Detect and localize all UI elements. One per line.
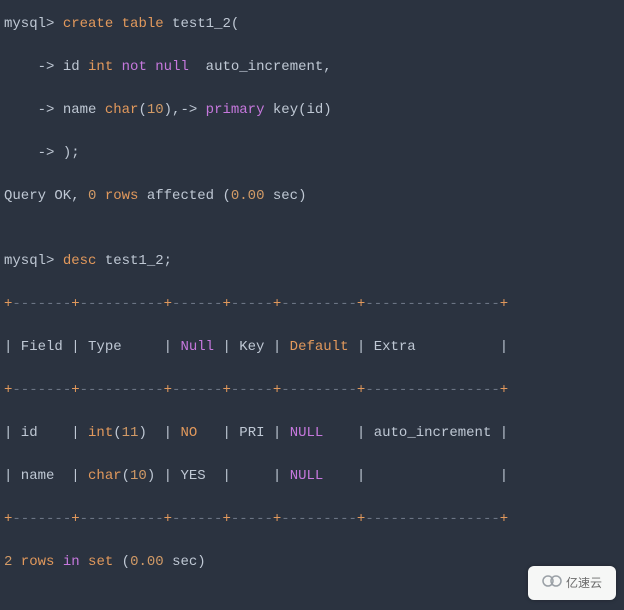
continuation-arrow: -> (4, 145, 63, 161)
paren-open: ( (138, 102, 146, 118)
row-id-len: 11 (122, 425, 139, 441)
paren-close-cont: ),-> (164, 102, 206, 118)
watermark-text: 亿速云 (566, 574, 602, 592)
type-int: int (88, 59, 113, 75)
row-id-mid: | PRI | (197, 425, 289, 441)
code-line-2: -> id int not null auto_increment, (4, 57, 620, 78)
hdr-right: | Extra | (348, 339, 508, 355)
key-id: key(id) (264, 102, 331, 118)
paren-open: ( (113, 554, 130, 570)
code-line-6: mysql> desc test1_2; (4, 251, 620, 272)
code-line-4: -> ); (4, 143, 620, 164)
hdr-default: Default (290, 339, 349, 355)
row-name-type: char (88, 468, 122, 484)
row-id-type: int (88, 425, 113, 441)
char-len: 10 (147, 102, 164, 118)
stmt-end: ); (63, 145, 80, 161)
paren-close: ) (147, 468, 155, 484)
hdr-null: Null (180, 339, 214, 355)
row-id-default: NULL (290, 425, 324, 441)
paren-open: ( (113, 425, 121, 441)
auto-increment: auto_increment, (189, 59, 332, 75)
table-name: test1_2( (164, 16, 240, 32)
mysql-prompt: mysql> (4, 253, 63, 269)
query-ok-line: Query OK, 0 rows affected (0.00 sec) (4, 186, 620, 207)
blank-line (4, 229, 620, 251)
row-id-sp: | (147, 425, 181, 441)
logo-icon (542, 574, 562, 593)
table-separator: +-------+----------+------+-----+-------… (4, 380, 620, 401)
row-id-left: | id | (4, 425, 88, 441)
affected: affected ( (138, 188, 230, 204)
continuation-arrow: -> (4, 102, 63, 118)
exec-time: 0.00 (231, 188, 265, 204)
row-name-len: 10 (130, 468, 147, 484)
row-name-right: | | (323, 468, 508, 484)
type-char: char (105, 102, 139, 118)
continuation-arrow: -> (4, 59, 63, 75)
kw-primary: primary (206, 102, 265, 118)
paren-open: ( (122, 468, 130, 484)
hdr-left: | Field | Type | (4, 339, 180, 355)
code-line-3: -> name char(10),-> primary key(id) (4, 100, 620, 121)
row-name-default: NULL (290, 468, 324, 484)
table-row-name: | name | char(10) | YES | | NULL | | (4, 466, 620, 487)
hdr-mid: | Key | (214, 339, 290, 355)
kw-null: null (147, 59, 189, 75)
row-name-left: | name | (4, 468, 88, 484)
col-name: name (63, 102, 105, 118)
col-id: id (63, 59, 88, 75)
sec: sec) (264, 188, 306, 204)
kw-desc: desc (63, 253, 97, 269)
sec: sec) (164, 554, 206, 570)
paren-close: ) (138, 425, 146, 441)
row-id-right: | auto_increment | (323, 425, 508, 441)
query-ok: Query OK, (4, 188, 88, 204)
mysql-prompt: mysql> (4, 16, 63, 32)
code-line-1: mysql> create table test1_2( (4, 14, 620, 35)
row-name-yes: YES (180, 468, 205, 484)
table-separator: +-------+----------+------+-----+-------… (4, 294, 620, 315)
table-separator: +-------+----------+------+-----+-------… (4, 509, 620, 530)
kw-table: table (122, 16, 164, 32)
row-name-mid: | | (206, 468, 290, 484)
row-name-sp: | (155, 468, 180, 484)
in-word: in (63, 554, 80, 570)
kw-not: not (113, 59, 147, 75)
rows-word: rows (96, 188, 138, 204)
rows-word: rows (12, 554, 62, 570)
watermark-badge: 亿速云 (528, 566, 616, 600)
table-row-id: | id | int(11) | NO | PRI | NULL | auto_… (4, 423, 620, 444)
set-word: set (80, 554, 114, 570)
row-id-null: NO (180, 425, 197, 441)
desc-table: test1_2; (96, 253, 172, 269)
kw-create: create (63, 16, 113, 32)
exec-time: 0.00 (130, 554, 164, 570)
table-header: | Field | Type | Null | Key | Default | … (4, 337, 620, 358)
